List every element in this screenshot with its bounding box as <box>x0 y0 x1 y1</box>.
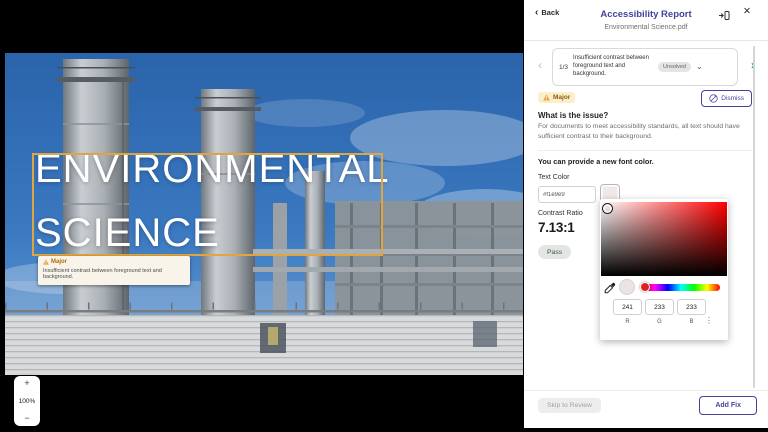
eyedropper-icon <box>604 282 616 294</box>
zoom-in-button[interactable]: + <box>24 379 29 388</box>
issue-tooltip-severity-label: Major <box>51 259 67 265</box>
issue-tooltip: Major Insufficient contrast between fore… <box>38 256 190 285</box>
zoom-control: + 100% − <box>14 376 40 426</box>
color-picker-popup: R G B ⋮ <box>600 199 728 340</box>
document-canvas: ENVIRONMENTAL SCIENCE Major Insufficient… <box>0 0 524 432</box>
hex-color-input[interactable] <box>538 186 596 203</box>
header-divider <box>524 40 768 41</box>
severity-label: Major <box>553 94 570 101</box>
pdf-page-preview[interactable]: ENVIRONMENTAL SCIENCE Major Insufficient… <box>5 53 523 375</box>
panel-filename: Environmental Science.pdf <box>524 24 768 31</box>
issue-question-heading: What is the issue? <box>538 111 608 120</box>
accessibility-report-panel: ‹ Back Accessibility Report Environmenta… <box>524 0 768 428</box>
text-color-label: Text Color <box>538 174 570 181</box>
issue-highlight-box[interactable] <box>32 153 383 256</box>
blue-value-input[interactable] <box>677 299 706 315</box>
blue-label: B <box>677 319 706 325</box>
issue-summary: Insufficient contrast between foreground… <box>573 55 653 78</box>
section-divider <box>538 150 752 151</box>
green-label: G <box>645 319 674 325</box>
saturation-value-area[interactable] <box>601 202 727 276</box>
red-value-input[interactable] <box>613 299 642 315</box>
color-selection-cursor[interactable] <box>602 203 613 214</box>
color-mode-toggle-button[interactable]: ⋮ <box>705 316 713 325</box>
zoom-level: 100% <box>19 398 36 405</box>
panel-title: Accessibility Report <box>524 9 768 20</box>
hue-slider[interactable] <box>642 284 720 291</box>
panel-scrollbar[interactable] <box>753 46 755 388</box>
red-label: R <box>613 319 642 325</box>
green-value-input[interactable] <box>645 299 674 315</box>
mode-toggle-icon: ⋮ <box>705 316 713 325</box>
current-color-swatch <box>619 279 635 295</box>
chevron-down-icon: ⌄ <box>696 62 703 71</box>
warning-triangle-icon <box>43 259 49 265</box>
prev-chevron-icon: ‹ <box>538 58 542 72</box>
severity-badge: Major <box>538 92 575 103</box>
resize-panel-button[interactable] <box>719 8 730 23</box>
issue-status-badge: Unsolved <box>658 62 691 72</box>
close-panel-button[interactable]: ✕ <box>743 6 751 17</box>
dismiss-label: Dismiss <box>721 95 744 102</box>
add-fix-button[interactable]: Add Fix <box>699 396 757 415</box>
previous-issue-button[interactable]: ‹ <box>538 58 542 72</box>
issue-card[interactable]: 1/3 Insufficient contrast between foregr… <box>552 48 738 86</box>
contrast-ratio-label: Contrast Ratio <box>538 210 583 217</box>
issue-position: 1/3 <box>559 64 568 71</box>
warning-triangle-icon <box>543 94 550 101</box>
issue-dropdown-button[interactable]: ⌄ <box>696 64 703 70</box>
footer-divider <box>524 390 768 391</box>
dismiss-button[interactable]: Dismiss <box>701 90 752 107</box>
hue-slider-thumb[interactable] <box>640 282 650 292</box>
issue-tooltip-severity: Major <box>43 259 185 265</box>
zoom-out-button[interactable]: − <box>24 414 29 423</box>
skip-to-review-button[interactable]: Skip to Review <box>538 398 601 413</box>
dismiss-icon <box>709 94 718 103</box>
issue-question-body: For documents to meet accessibility stan… <box>538 122 752 142</box>
eyedropper-button[interactable] <box>604 282 616 294</box>
close-icon: ✕ <box>743 6 751 17</box>
contrast-ratio-value: 7.13:1 <box>538 220 574 235</box>
contrast-status-badge: Pass <box>538 245 571 259</box>
fix-heading: You can provide a new font color. <box>538 157 654 166</box>
resize-panel-icon <box>719 11 730 20</box>
issue-tooltip-text: Insufficient contrast between foreground… <box>43 268 185 281</box>
